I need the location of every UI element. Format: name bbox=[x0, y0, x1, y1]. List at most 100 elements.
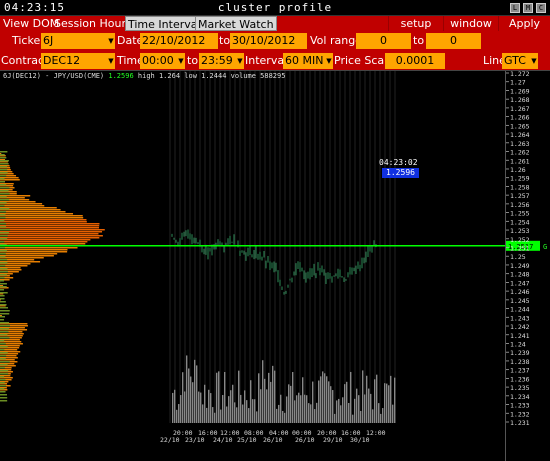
profile-volume-bar bbox=[0, 187, 10, 189]
profile-volume-bar bbox=[0, 268, 8, 270]
profile-bar bbox=[0, 239, 91, 241]
profile-volume-bar bbox=[0, 172, 8, 174]
menu-bar: View DOM Session Hours Time Interval Mar… bbox=[0, 16, 550, 31]
window-button-l[interactable]: L bbox=[510, 3, 520, 13]
profile-volume-bar bbox=[0, 391, 6, 393]
profile-bar bbox=[0, 213, 74, 215]
volume-bar bbox=[316, 402, 318, 423]
vol-to-field[interactable]: 0 bbox=[426, 33, 481, 49]
volume-bar bbox=[206, 407, 208, 423]
window-title: cluster profile bbox=[217, 1, 333, 14]
volume-bar bbox=[336, 400, 338, 423]
price-axis[interactable] bbox=[505, 71, 550, 461]
volume-bar bbox=[320, 376, 322, 423]
time-to-dropdown-icon[interactable]: ▼ bbox=[236, 53, 244, 69]
volume-bar bbox=[220, 409, 222, 423]
profile-volume-bar bbox=[0, 274, 7, 276]
profile-volume-bar bbox=[0, 223, 7, 225]
profile-volume-bar bbox=[0, 214, 6, 216]
volume-bar bbox=[266, 389, 268, 423]
line-dropdown-icon[interactable]: ▼ bbox=[530, 53, 538, 69]
profile-bar bbox=[0, 247, 78, 249]
volume-bar bbox=[264, 378, 266, 423]
contract-dropdown-icon[interactable]: ▼ bbox=[107, 53, 115, 69]
profile-volume-bar bbox=[0, 331, 9, 333]
volume-bar bbox=[344, 384, 346, 423]
interval-dropdown-icon[interactable]: ▼ bbox=[325, 53, 333, 69]
profile-volume-bar bbox=[0, 364, 8, 366]
ticker-field[interactable]: 6J bbox=[41, 33, 108, 49]
volume-bar bbox=[244, 390, 246, 423]
profile-volume-bar bbox=[0, 334, 8, 336]
profile-bar bbox=[0, 217, 84, 219]
menu-setup[interactable]: setup bbox=[388, 16, 443, 31]
volume-bar bbox=[392, 404, 394, 423]
volume-bar bbox=[194, 359, 196, 423]
profile-volume-bar bbox=[0, 151, 8, 153]
profile-volume-bar bbox=[0, 247, 5, 249]
menu-market-watch[interactable]: Market Watch bbox=[195, 16, 277, 31]
volume-bar bbox=[330, 386, 332, 423]
profile-volume-bar bbox=[0, 352, 8, 354]
time-to-label: to bbox=[187, 54, 199, 67]
window-button-c[interactable]: C bbox=[536, 3, 546, 13]
profile-volume-bar bbox=[0, 346, 8, 348]
menu-time-interval[interactable]: Time Interval bbox=[125, 16, 204, 31]
profile-volume-bar bbox=[0, 241, 5, 243]
profile-volume-bar bbox=[0, 301, 6, 303]
volume-bar bbox=[304, 394, 306, 423]
profile-volume-bar bbox=[0, 232, 9, 234]
window-button-m[interactable]: M bbox=[523, 3, 533, 13]
time-to-field[interactable]: 23:59 bbox=[199, 53, 236, 69]
profile-volume-bar bbox=[0, 205, 5, 207]
date-from-field[interactable]: 22/10/2012 bbox=[140, 33, 218, 49]
profile-volume-bar bbox=[0, 349, 5, 351]
contract-field[interactable]: DEC12 bbox=[41, 53, 108, 69]
volume-bar bbox=[334, 413, 336, 423]
profile-volume-bar bbox=[0, 322, 10, 324]
profile-volume-bar bbox=[0, 367, 5, 369]
interval-field[interactable]: 60 MIN bbox=[283, 53, 325, 69]
profile-volume-bar bbox=[0, 376, 5, 378]
vol-from-field[interactable]: 0 bbox=[356, 33, 411, 49]
line-field[interactable]: GTC bbox=[502, 53, 530, 69]
price-scale-field[interactable]: 0.0001 bbox=[385, 53, 445, 69]
volume-bar bbox=[376, 374, 378, 423]
time-from-field[interactable]: 00:00 bbox=[140, 53, 177, 69]
profile-volume-bar bbox=[0, 220, 5, 222]
volume-bar bbox=[198, 391, 200, 423]
profile-volume-bar bbox=[0, 163, 9, 165]
toolbar-row-1: Ticker 6J ▼ Date 22/10/2012 to 30/10/201… bbox=[0, 31, 550, 51]
date-to-field[interactable]: 30/10/2012 bbox=[230, 33, 307, 49]
profile-bar bbox=[0, 253, 58, 255]
menu-apply-button[interactable]: Apply bbox=[498, 16, 550, 31]
profile-volume-bar bbox=[0, 160, 9, 162]
ticker-dropdown-icon[interactable]: ▼ bbox=[107, 33, 115, 49]
menu-window[interactable]: window bbox=[443, 16, 498, 31]
volume-bar bbox=[272, 365, 274, 423]
volume-bar bbox=[286, 396, 288, 423]
profile-volume-bar bbox=[0, 181, 5, 183]
chart-symbol: 6J(DEC12) - JPY/USD(CME) bbox=[3, 72, 105, 80]
volume-bar bbox=[224, 371, 226, 423]
profile-volume-bar bbox=[0, 235, 8, 237]
volume-bar bbox=[366, 375, 368, 423]
volume-bar bbox=[214, 412, 216, 423]
profile-volume-bar bbox=[0, 385, 6, 387]
profile-bar bbox=[0, 221, 87, 223]
profile-volume-bar bbox=[0, 256, 6, 258]
volume-bar bbox=[208, 389, 210, 423]
volume-bar bbox=[374, 379, 376, 423]
volume-bar bbox=[276, 408, 278, 423]
volume-bar bbox=[280, 394, 282, 423]
volume-bar bbox=[252, 399, 254, 423]
menu-session-hours[interactable]: Session Hours bbox=[52, 16, 134, 31]
volume-bar bbox=[228, 396, 230, 423]
profile-volume-bar bbox=[0, 379, 6, 381]
volume-bar bbox=[192, 382, 194, 423]
chart-canvas[interactable]: 1.2517 G1.2721.271.2691.2681.2671.2661.26… bbox=[0, 71, 550, 461]
time-from-dropdown-icon[interactable]: ▼ bbox=[177, 53, 185, 69]
profile-volume-bar bbox=[0, 325, 10, 327]
chart-area[interactable]: 1.2517 G 1.272 1.27 1.269 1.268 1.267 1.266 1.26… bbox=[0, 70, 550, 461]
volume-bar bbox=[282, 410, 284, 423]
